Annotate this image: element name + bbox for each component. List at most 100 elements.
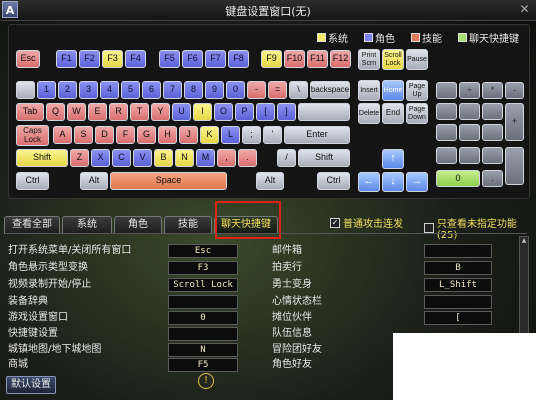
key-f4[interactable]: F4 bbox=[125, 50, 146, 68]
key-left-bracket[interactable]: [ bbox=[256, 103, 275, 121]
key-pause[interactable]: Pause bbox=[406, 49, 428, 70]
key-end[interactable]: End bbox=[382, 103, 404, 124]
key-7[interactable]: 7 bbox=[163, 81, 182, 99]
key-2[interactable]: 2 bbox=[58, 81, 77, 99]
key-numpad-7[interactable] bbox=[436, 103, 457, 120]
key-f1[interactable]: F1 bbox=[56, 50, 77, 68]
key-h[interactable]: H bbox=[158, 126, 177, 144]
key-y[interactable]: Y bbox=[151, 103, 170, 121]
list-item[interactable]: 角色悬示类型变换 bbox=[8, 260, 88, 275]
key-j[interactable]: J bbox=[179, 126, 198, 144]
key-enter[interactable]: Enter bbox=[284, 126, 350, 144]
key-binding-field[interactable]: B bbox=[424, 261, 492, 275]
key-f2[interactable]: F2 bbox=[79, 50, 100, 68]
key-quote[interactable]: ' bbox=[263, 126, 282, 144]
key-numpad-5[interactable] bbox=[459, 124, 480, 141]
list-item[interactable]: 角色好友 bbox=[272, 357, 312, 372]
key-numpad-3[interactable] bbox=[482, 147, 503, 164]
key-r[interactable]: R bbox=[109, 103, 128, 121]
key-c[interactable]: C bbox=[112, 149, 131, 167]
key-left-ctrl[interactable]: Ctrl bbox=[16, 172, 49, 190]
key-numpad-9[interactable] bbox=[482, 103, 503, 120]
list-item[interactable]: 视频录制开始/停止 bbox=[8, 277, 91, 292]
key-4[interactable]: 4 bbox=[100, 81, 119, 99]
key-arrow-left[interactable]: ← bbox=[358, 172, 380, 192]
key-numpad-1[interactable] bbox=[436, 147, 457, 164]
key-space[interactable]: Space bbox=[110, 172, 227, 190]
key-s[interactable]: S bbox=[74, 126, 93, 144]
key-arrow-right[interactable]: → bbox=[406, 172, 428, 192]
key-5[interactable]: 5 bbox=[121, 81, 140, 99]
key-f9[interactable]: F9 bbox=[261, 50, 282, 68]
key-f6[interactable]: F6 bbox=[182, 50, 203, 68]
close-icon[interactable]: ✕ bbox=[517, 2, 532, 17]
tab-system[interactable]: 系统 bbox=[62, 216, 112, 233]
list-item[interactable]: 队伍信息 bbox=[272, 326, 312, 341]
key-arrow-down[interactable]: ↓ bbox=[382, 172, 404, 192]
key-right-shift[interactable]: Shift bbox=[298, 149, 350, 167]
key-l[interactable]: L bbox=[221, 126, 240, 144]
list-item[interactable]: 装备辞典 bbox=[8, 294, 48, 309]
key-semicolon[interactable]: ; bbox=[242, 126, 261, 144]
key-binding-field[interactable]: Scroll Lock bbox=[168, 278, 238, 292]
key-arrow-up[interactable]: ↑ bbox=[382, 149, 404, 169]
key-row3-end[interactable] bbox=[298, 103, 350, 121]
tab-skill[interactable]: 技能 bbox=[164, 216, 212, 233]
key-numpad-enter[interactable] bbox=[505, 147, 524, 185]
key-binding-field[interactable] bbox=[424, 295, 492, 309]
key-3[interactable]: 3 bbox=[79, 81, 98, 99]
key-numpad-8[interactable] bbox=[459, 103, 480, 120]
key-numpad-4[interactable] bbox=[436, 124, 457, 141]
key-binding-field[interactable]: F3 bbox=[168, 261, 238, 275]
key-binding-field[interactable]: 0 bbox=[168, 311, 238, 325]
key-1[interactable]: 1 bbox=[37, 81, 56, 99]
list-item[interactable]: 勇士变身 bbox=[272, 277, 312, 292]
key-period[interactable]: . bbox=[238, 149, 257, 167]
key-numpad-plus[interactable]: + bbox=[505, 103, 524, 141]
key-binding-field[interactable]: [ bbox=[424, 311, 492, 325]
list-item[interactable]: 邮件箱 bbox=[272, 243, 302, 258]
key-0[interactable]: 0 bbox=[226, 81, 245, 99]
key-binding-field[interactable] bbox=[168, 327, 238, 341]
key-slash[interactable]: / bbox=[277, 149, 296, 167]
key-insert[interactable]: Insert bbox=[358, 80, 380, 101]
key-k[interactable]: K bbox=[200, 126, 219, 144]
key-g[interactable]: G bbox=[137, 126, 156, 144]
key-pagedown[interactable]: Page Down bbox=[406, 103, 428, 124]
key-backtick[interactable] bbox=[16, 81, 35, 99]
list-item[interactable]: 商城 bbox=[8, 357, 28, 372]
key-left-alt[interactable]: Alt bbox=[80, 172, 108, 190]
key-tab[interactable]: Tab bbox=[16, 103, 44, 121]
option-auto-attack[interactable]: ✓ 普通攻击连发 bbox=[330, 215, 403, 230]
key-f[interactable]: F bbox=[116, 126, 135, 144]
key-numpad-divide[interactable]: ÷ bbox=[459, 82, 480, 99]
list-item[interactable]: 快捷键设置 bbox=[8, 326, 58, 341]
list-item[interactable]: 拍卖行 bbox=[272, 260, 302, 275]
key-minus[interactable]: - bbox=[247, 81, 266, 99]
list-item[interactable]: 摊位伙伴 bbox=[272, 310, 312, 325]
key-right-bracket[interactable]: ] bbox=[277, 103, 296, 121]
key-8[interactable]: 8 bbox=[184, 81, 203, 99]
list-item[interactable]: 游戏设置窗口 bbox=[8, 310, 68, 325]
key-numpad-dot[interactable]: . bbox=[482, 170, 503, 187]
key-pageup[interactable]: Page Up bbox=[406, 80, 428, 101]
list-item[interactable]: 城镇地图/地下城地图 bbox=[8, 342, 101, 357]
key-numpad-minus[interactable]: - bbox=[505, 82, 524, 99]
key-d[interactable]: D bbox=[95, 126, 114, 144]
key-backspace[interactable]: backspace bbox=[310, 81, 350, 99]
key-numpad-2[interactable] bbox=[459, 147, 480, 164]
key-9[interactable]: 9 bbox=[205, 81, 224, 99]
key-w[interactable]: W bbox=[67, 103, 86, 121]
key-f8[interactable]: F8 bbox=[228, 50, 249, 68]
key-left-shift[interactable]: Shift bbox=[16, 149, 68, 167]
key-f5[interactable]: F5 bbox=[159, 50, 180, 68]
key-home[interactable]: Home bbox=[382, 80, 404, 101]
key-numlock[interactable] bbox=[436, 82, 457, 99]
key-p[interactable]: P bbox=[235, 103, 254, 121]
key-o[interactable]: O bbox=[214, 103, 233, 121]
key-delete[interactable]: Delete bbox=[358, 103, 380, 124]
key-q[interactable]: Q bbox=[46, 103, 65, 121]
key-x[interactable]: X bbox=[91, 149, 110, 167]
key-binding-field[interactable]: L_Shift bbox=[424, 278, 492, 292]
key-f12[interactable]: F12 bbox=[330, 50, 351, 68]
